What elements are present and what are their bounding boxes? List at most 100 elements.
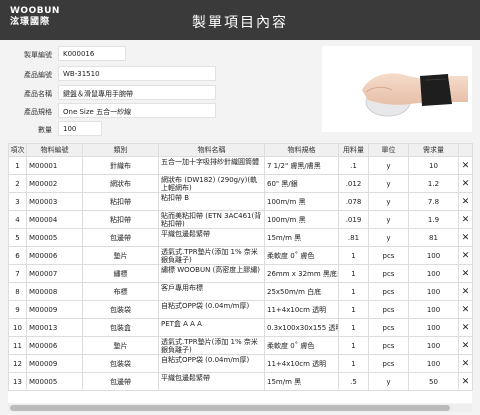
material-category-cell: 布標 [82,282,159,301]
material-usage-cell: 1 [338,300,369,319]
table-row[interactable]: 12 M00009 包裝袋 自粘式OPP袋 (0.04m/m厚) 11+4x10cm 透… [8,354,473,373]
material-name-cell: 客戶專用布標 [158,282,265,301]
material-name-cell: 粘扣帶 B [158,192,265,211]
product-name-field[interactable]: 鍵盤＆滑鼠專用手腕帶 [58,85,216,100]
material-name-cell: 平織包邊鬆緊帶 [158,372,265,391]
delete-row-button[interactable]: ✕ [458,156,473,175]
table-row[interactable]: 1 M00001 針織布 五合一加十字吸排紗針織圓筒體 7 1/2" 膚黑/膚黑 .1 y 1… [8,156,473,175]
required-quantity-cell: 100 [408,336,459,355]
row-index-cell: 2 [8,174,27,193]
col-header-spec[interactable]: 物料規格 [264,143,339,157]
row-index-cell: 13 [8,372,27,391]
required-quantity-cell: 1.2 [408,174,459,193]
product-no-field[interactable]: WB-31510 [58,66,216,81]
material-spec-cell: 柔軟度 0˚ 膚色 [264,246,339,265]
row-index-cell: 9 [8,300,27,319]
table-row[interactable]: 13 M00005 包邊帶 平織包邊鬆緊帶 15m/m 黑 .5 y 50 ✕ [8,372,473,391]
delete-row-button[interactable]: ✕ [458,264,473,283]
material-name: 繡標 WOOBUN (高密度上膠繡) [161,266,261,274]
row-index-cell: 12 [8,354,27,373]
material-name: 貼而美粘扣帶 (ETN 3AC461(背粘扣帶) [161,212,262,228]
material-unit-cell: pcs [368,264,409,283]
scrollbar-thumb[interactable] [10,405,450,411]
table-row[interactable]: 3 M00003 粘扣帶 粘扣帶 B 100m/m 黑 .078 y 7.8 ✕ [8,192,473,211]
material-category-cell: 粘扣帶 [82,210,159,229]
material-name-cell: 繡標 WOOBUN (高密度上膠繡) [158,264,265,283]
material-spec-cell: 0.3x100x30x155 透明 [264,318,339,337]
wrist-rest-photo [322,46,472,132]
material-name-cell: 自粘式OPP袋 (0.04m/m厚) [158,354,265,373]
material-category-cell: 包裝袋 [82,300,159,319]
material-spec-cell: 柔軟度 0˚ 膚色 [264,336,339,355]
table-row[interactable]: 6 M00006 墊片 透氣式.TPR墊片(添加 1% 奈米銀負離子) 柔軟度 0˚ 膚… [8,246,473,265]
material-usage-cell: 1 [338,282,369,301]
material-unit-cell: pcs [368,246,409,265]
material-spec-cell: 7 1/2" 膚黑/膚黑 [264,156,339,175]
delete-row-button[interactable]: ✕ [458,300,473,319]
delete-row-button[interactable]: ✕ [458,336,473,355]
material-code-cell: M00003 [26,192,83,211]
material-unit-cell: y [368,156,409,175]
material-unit-cell: y [368,372,409,391]
required-quantity-cell: 100 [408,246,459,265]
table-row[interactable]: 8 M00008 布標 客戶專用布標 25x50m/m 白底 1 pcs 100 ✕ [8,282,473,301]
delete-row-button[interactable]: ✕ [458,354,473,373]
quantity-field[interactable]: 100 [58,121,102,136]
row-index-cell: 6 [8,246,27,265]
material-usage-cell: 1 [338,246,369,265]
material-usage-cell: 1 [338,336,369,355]
material-name-cell: 網狀布 (DW182) (290g/y)(軌 上輕網布) [158,174,265,193]
delete-row-button[interactable]: ✕ [458,282,473,301]
table-row[interactable]: 5 M00005 包邊帶 平織包邊鬆緊帶 15m/m 黑 .81 y 81 ✕ [8,228,473,247]
delete-row-button[interactable]: ✕ [458,174,473,193]
material-spec-cell: 100m/m 黑 [264,192,339,211]
material-code-cell: M00013 [26,318,83,337]
material-usage-cell: 1 [338,264,369,283]
material-spec-cell: 11+4x10cm 透明 [264,300,339,319]
col-header-code[interactable]: 物料編號 [26,143,83,157]
col-header-name[interactable]: 物料名稱 [158,143,265,157]
order-no-label: 製單編號 [24,51,52,59]
material-category-cell: 繡標 [82,264,159,283]
material-name: 自粘式OPP袋 (0.04m/m厚) [161,302,250,310]
material-usage-cell: 1 [338,318,369,337]
materials-table: 項次 物料編號 類別 物料名稱 物料規格 用料量 單位 需求量 1 M00001 針… [8,143,473,403]
material-name: 透氣式.TPR墊片(添加 1% 奈米銀負離子) [161,248,258,264]
col-header-quantity[interactable]: 需求量 [408,143,459,157]
col-header-delete [458,143,473,157]
delete-row-button[interactable]: ✕ [458,246,473,265]
material-usage-cell: .5 [338,372,369,391]
material-unit-cell: y [368,228,409,247]
product-spec-field[interactable]: One Size 五合一紗線 [58,103,216,118]
material-unit-cell: pcs [368,318,409,337]
material-category-cell: 粘扣帶 [82,192,159,211]
product-spec-label: 產品規格 [24,108,52,116]
delete-row-button[interactable]: ✕ [458,372,473,391]
col-header-unit[interactable]: 單位 [368,143,409,157]
material-name: PET盒 A A A [161,320,202,328]
col-header-category[interactable]: 類別 [82,143,159,157]
material-unit-cell: pcs [368,336,409,355]
table-row[interactable]: 9 M00009 包裝袋 自粘式OPP袋 (0.04m/m厚) 11+4x10cm 透明… [8,300,473,319]
table-row[interactable]: 11 M00006 墊片 透氣式.TPR墊片(添加 1% 奈米銀負離子) 柔軟度 0˚ … [8,336,473,355]
material-category-cell: 墊片 [82,246,159,265]
delete-row-button[interactable]: ✕ [458,192,473,211]
material-code-cell: M00006 [26,246,83,265]
material-unit-cell: pcs [368,300,409,319]
table-row[interactable]: 7 M00007 繡標 繡標 WOOBUN (高密度上膠繡) 26mm x 32mm 黑… [8,264,473,283]
table-row[interactable]: 2 M00002 網狀布 網狀布 (DW182) (290g/y)(軌 上輕網布) 60… [8,174,473,193]
material-code-cell: M00004 [26,210,83,229]
material-category-cell: 包邊帶 [82,228,159,247]
delete-row-button[interactable]: ✕ [458,228,473,247]
delete-row-button[interactable]: ✕ [458,210,473,229]
col-header-usage[interactable]: 用料量 [338,143,369,157]
material-name-cell: 平織包邊鬆緊帶 [158,228,265,247]
material-name-cell: 透氣式.TPR墊片(添加 1% 奈米銀負離子) [158,336,265,355]
material-unit-cell: y [368,192,409,211]
required-quantity-cell: 81 [408,228,459,247]
col-header-no[interactable]: 項次 [8,143,27,157]
table-row[interactable]: 10 M00013 包裝盒 PET盒 A A A 0.3x100x30x155 透明 1 p… [8,318,473,337]
delete-row-button[interactable]: ✕ [458,318,473,337]
order-no-field[interactable]: K000016 [58,46,126,61]
table-row[interactable]: 4 M00004 粘扣帶 貼而美粘扣帶 (ETN 3AC461(背粘扣帶) 100m/m… [8,210,473,229]
